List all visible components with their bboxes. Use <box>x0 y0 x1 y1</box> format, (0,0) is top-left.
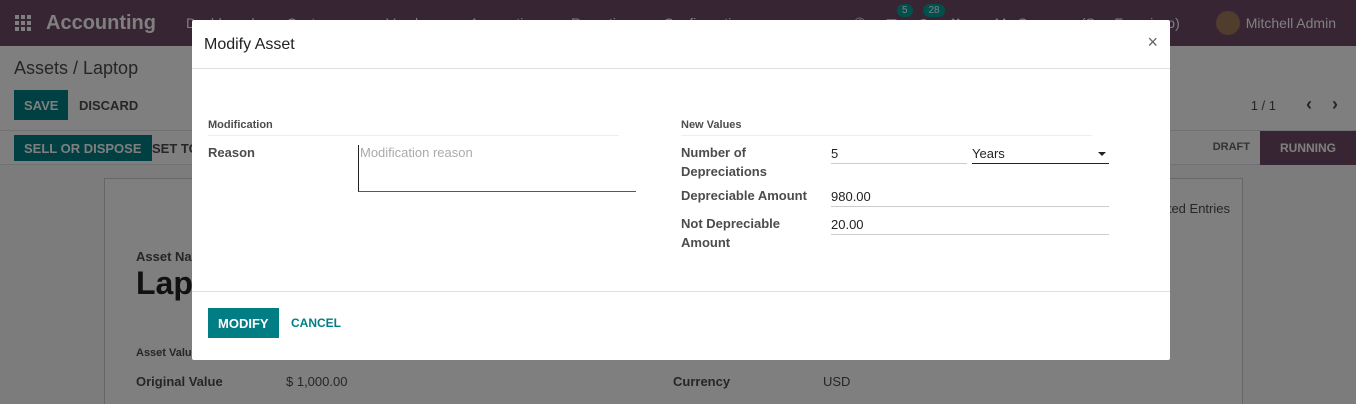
period-unit-value: Years <box>972 146 1005 161</box>
depreciable-amount-label: Depreciable Amount <box>681 188 807 203</box>
period-unit-select[interactable]: Years <box>972 144 1109 164</box>
close-icon[interactable]: × <box>1147 32 1158 53</box>
chevron-down-icon <box>1098 151 1106 156</box>
number-of-depreciations-label: Number of Depreciations <box>681 145 767 179</box>
not-depreciable-amount-label: Not Depreciable Amount <box>681 216 780 250</box>
new-values-group-title: New Values <box>681 119 1092 136</box>
modification-group-title: Modification <box>208 119 619 136</box>
modal-header: Modify Asset × <box>192 20 1170 69</box>
modify-asset-dialog: Modify Asset × Modification Reason New V… <box>192 20 1170 360</box>
reason-label: Reason <box>208 145 255 160</box>
modal-body: Modification Reason New Values Number of… <box>192 69 1170 291</box>
modal-title: Modify Asset <box>204 36 295 53</box>
modify-button[interactable]: MODIFY <box>208 308 279 338</box>
modal-footer: MODIFY CANCEL <box>192 291 1170 360</box>
reason-input[interactable] <box>358 145 636 192</box>
not-depreciable-amount-input[interactable] <box>831 215 1109 235</box>
depreciable-amount-input[interactable] <box>831 187 1109 207</box>
cancel-button[interactable]: CANCEL <box>291 316 341 330</box>
number-of-depreciations-input[interactable] <box>831 144 967 164</box>
